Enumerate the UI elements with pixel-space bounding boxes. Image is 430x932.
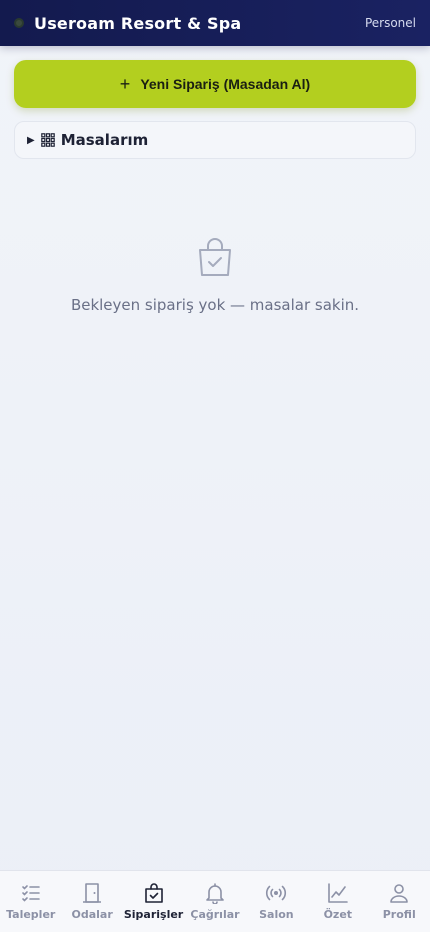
my-tables-toggle[interactable]: ▶ Masalarım	[14, 121, 416, 159]
nav-label: Özet	[323, 908, 353, 921]
shopping-bag-icon	[144, 883, 163, 903]
door-icon	[83, 883, 102, 903]
status-indicator	[14, 18, 24, 28]
broadcast-icon	[266, 885, 287, 901]
role-label: Personel	[364, 16, 416, 30]
grid-icon	[40, 133, 55, 147]
nav-item-ozet[interactable]: Özet	[307, 882, 368, 921]
nav-item-odalar[interactable]: Odalar	[62, 882, 123, 921]
nav-item-talepler[interactable]: Talepler	[0, 882, 61, 921]
nav-item-siparisler[interactable]: Siparişler	[123, 882, 184, 921]
nav-item-salon[interactable]: Salon	[246, 882, 307, 921]
nav-item-cagrilar[interactable]: Çağrılar	[184, 882, 245, 921]
app-title: Useroam Resort & Spa	[34, 13, 242, 33]
bottom-nav: Talepler Odalar Siparişler Çağrılar Salo…	[0, 870, 430, 932]
nav-label: Profil	[382, 908, 416, 921]
new-order-label: Yeni Sipariş (Masadan Al)	[140, 76, 311, 92]
new-order-button[interactable]: + Yeni Sipariş (Masadan Al)	[14, 60, 416, 108]
app-root: Useroam Resort & Spa Personel + Yeni Sip…	[0, 0, 430, 932]
nav-item-profil[interactable]: Profil	[369, 882, 430, 921]
list-check-icon	[21, 885, 40, 902]
plus-icon: +	[119, 74, 131, 94]
caret-right-icon: ▶	[27, 134, 35, 146]
nav-label: Çağrılar	[190, 908, 240, 921]
nav-label: Siparişler	[123, 908, 184, 921]
my-tables-title: Masalarım	[60, 131, 149, 149]
nav-label: Salon	[259, 908, 294, 921]
bell-icon	[206, 883, 224, 904]
user-icon	[390, 884, 409, 903]
app-header: Useroam Resort & Spa Personel	[0, 0, 430, 46]
line-chart-icon	[328, 883, 348, 903]
empty-state: Bekleyen sipariş yok — masalar sakin.	[0, 236, 430, 314]
nav-label: Talepler	[6, 908, 56, 921]
nav-label: Odalar	[71, 908, 113, 921]
shopping-bag-check-icon	[199, 238, 231, 276]
empty-message: Bekleyen sipariş yok — masalar sakin.	[70, 296, 360, 314]
